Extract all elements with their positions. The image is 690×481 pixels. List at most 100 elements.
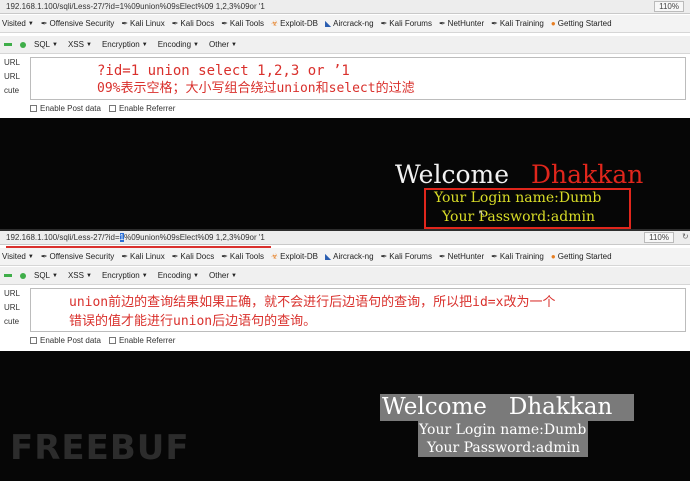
editor-line-2: 错误的值才能进行union后边语句的查询。 <box>69 314 317 329</box>
split-url-label[interactable]: URL <box>0 301 26 315</box>
menu-encoding[interactable]: Encoding ▼ <box>158 40 199 49</box>
reload-icon[interactable]: ↻ <box>682 232 690 241</box>
execute-label[interactable]: cute <box>0 84 26 98</box>
bookmark-kali-training[interactable]: ✒ Kali Training <box>491 252 544 261</box>
bookmark-offensive-security[interactable]: ✒ Offensive Security <box>41 252 114 261</box>
menu-xss[interactable]: XSS ▼ <box>68 271 92 280</box>
bookmark-nethunter[interactable]: ✒ NetHunter <box>439 252 484 261</box>
zoom-level[interactable]: 110% <box>654 1 684 12</box>
kali-dragon-icon: ✒ <box>491 19 498 28</box>
bookmark-exploit-db[interactable]: ☣ Exploit-DB <box>271 252 318 261</box>
welcome-heading: Welcome Dhakkan <box>395 160 644 189</box>
firefox-icon: ● <box>550 19 556 28</box>
chevron-down-icon: ▼ <box>85 41 92 48</box>
bookmark-kali-linux[interactable]: ✒ Kali Linux <box>121 252 164 261</box>
url-bar[interactable]: 192.168.1.100/sqli/Less-27/?id=1%09union… <box>0 231 690 245</box>
checkbox-box[interactable] <box>108 105 116 112</box>
execute-label[interactable]: cute <box>0 315 26 329</box>
menu-other[interactable]: Other ▼ <box>209 40 237 49</box>
bookmark-aircrack-ng[interactable]: ◣ Aircrack-ng <box>325 19 374 28</box>
bookmark-kali-tools[interactable]: ✒ Kali Tools <box>221 252 264 261</box>
editor-line-1: union前边的查询结果如果正确，就不会进行后边语句的查询，所以把id=x改为一… <box>69 295 556 310</box>
bookmark-kali-docs[interactable]: ✒ Kali Docs <box>172 19 215 28</box>
hackbar-load-icon[interactable] <box>4 274 12 277</box>
bookmark-kali-forums[interactable]: ✒ Kali Forums <box>381 19 432 28</box>
menu-encryption[interactable]: Encryption ▼ <box>102 40 148 49</box>
hackbar-execute-icon[interactable] <box>20 41 26 48</box>
password-text: Your Password:admin <box>427 440 580 456</box>
editor-line-1: ?id=1 union select 1,2,3 or ’1 <box>97 63 350 79</box>
bookmark-nethunter[interactable]: ✒ NetHunter <box>439 19 484 28</box>
bookmark-kali-forums[interactable]: ✒ Kali Forums <box>381 252 432 261</box>
kali-dragon-icon: ✒ <box>438 19 446 28</box>
enable-post-data-checkbox[interactable]: Enable Post data <box>30 336 101 345</box>
kali-dragon-icon: ✒ <box>491 252 498 261</box>
enable-referrer-checkbox[interactable]: Enable Referrer <box>108 104 175 113</box>
bookmark-offensive-security[interactable]: ✒ Offensive Security <box>41 19 114 28</box>
kali-dragon-icon: ✒ <box>121 19 129 28</box>
url-text[interactable]: 192.168.1.100/sqli/Less-27/?id=1%09union… <box>6 2 265 11</box>
menu-other[interactable]: Other ▼ <box>209 271 237 280</box>
top-browser-panel: 192.168.1.100/sqli/Less-27/?id=1%09union… <box>0 0 690 230</box>
hackbar-toolbar: SQL ▼ XSS ▼ Encryption ▼ Encoding ▼ Other ▼ <box>0 36 690 54</box>
chevron-down-icon: ▼ <box>27 20 34 27</box>
hackbar-options: Enable Post data Enable Referrer <box>30 336 183 345</box>
enable-referrer-checkbox[interactable]: Enable Referrer <box>108 336 175 345</box>
chevron-down-icon: ▼ <box>52 272 58 279</box>
chevron-down-icon: ▼ <box>193 272 199 279</box>
bookmark-exploit-db[interactable]: ☣ Exploit-DB <box>271 19 318 28</box>
bookmark-kali-docs[interactable]: ✒ Kali Docs <box>172 252 215 261</box>
load-url-label[interactable]: URL <box>0 56 26 70</box>
kali-dragon-icon: ✒ <box>221 19 228 28</box>
kali-dragon-icon: ✒ <box>40 252 48 261</box>
kali-dragon-icon: ✒ <box>171 19 179 28</box>
bookmark-aircrack-ng[interactable]: ◣ Aircrack-ng <box>325 252 374 261</box>
editor-line-2: 09%表示空格；大小写组合绕过union和select的过滤 <box>97 81 415 96</box>
checkbox-box[interactable] <box>30 337 37 344</box>
login-name-text: Your Login name:Dumb <box>434 190 602 206</box>
welcome-heading: Welcome Dhakkan <box>382 394 613 420</box>
exploit-db-icon: ☣ <box>271 19 279 28</box>
bookmark-kali-linux[interactable]: ✒ Kali Linux <box>121 19 164 28</box>
chevron-down-icon: ▼ <box>52 41 58 48</box>
kali-dragon-icon: ✒ <box>40 19 48 28</box>
bookmark-kali-training[interactable]: ✒ Kali Training <box>491 19 544 28</box>
bookmark-kali-tools[interactable]: ✒ Kali Tools <box>221 19 264 28</box>
chevron-down-icon: ▼ <box>231 41 237 48</box>
checkbox-box[interactable] <box>108 337 116 344</box>
chevron-down-icon: ▼ <box>141 41 148 48</box>
checkbox-box[interactable] <box>30 105 37 112</box>
bookmark-getting-started[interactable]: ● Getting Started <box>551 252 612 261</box>
hackbar-url-editor[interactable]: ?id=1 union select 1,2,3 or ’1 09%表示空格；大… <box>30 57 686 100</box>
bookmark-visited[interactable]: Visited ▼ <box>2 19 34 28</box>
zoom-level[interactable]: 110% <box>644 232 674 243</box>
chevron-down-icon: ▼ <box>27 253 34 260</box>
aircrack-icon: ◣ <box>324 252 332 261</box>
freebuf-watermark: FREEBUF <box>10 428 190 468</box>
kali-dragon-icon: ✒ <box>380 252 388 261</box>
menu-sql[interactable]: SQL ▼ <box>34 271 58 280</box>
chevron-down-icon: ▼ <box>193 41 199 48</box>
kali-dragon-icon: ✒ <box>171 252 179 261</box>
load-url-label[interactable]: URL <box>0 287 26 301</box>
enable-post-data-checkbox[interactable]: Enable Post data <box>30 104 101 113</box>
hackbar-side-labels: URL URL cute <box>0 287 26 329</box>
bookmarks-toolbar: Visited ▼ ✒ Offensive Security ✒ Kali Linux… <box>0 15 690 33</box>
menu-sql[interactable]: SQL ▼ <box>34 40 58 49</box>
kali-dragon-icon: ✒ <box>380 19 388 28</box>
url-text[interactable]: 192.168.1.100/sqli/Less-27/?id=1%09union… <box>6 233 265 242</box>
menu-encryption[interactable]: Encryption ▼ <box>102 271 148 280</box>
firefox-icon: ● <box>550 252 556 261</box>
hackbar-execute-icon[interactable] <box>20 272 26 279</box>
bookmark-getting-started[interactable]: ● Getting Started <box>551 19 612 28</box>
split-url-label[interactable]: URL <box>0 70 26 84</box>
chevron-down-icon: ▼ <box>85 272 92 279</box>
kali-dragon-icon: ✒ <box>221 252 228 261</box>
password-text: Your Password:admin <box>442 209 595 225</box>
bookmark-visited[interactable]: Visited ▼ <box>2 252 34 261</box>
url-bar[interactable]: 192.168.1.100/sqli/Less-27/?id=1%09union… <box>0 0 690 14</box>
menu-xss[interactable]: XSS ▼ <box>68 40 92 49</box>
hackbar-url-editor[interactable]: union前边的查询结果如果正确，就不会进行后边语句的查询，所以把id=x改为一… <box>30 288 686 332</box>
menu-encoding[interactable]: Encoding ▼ <box>158 271 199 280</box>
hackbar-load-icon[interactable] <box>4 43 12 46</box>
